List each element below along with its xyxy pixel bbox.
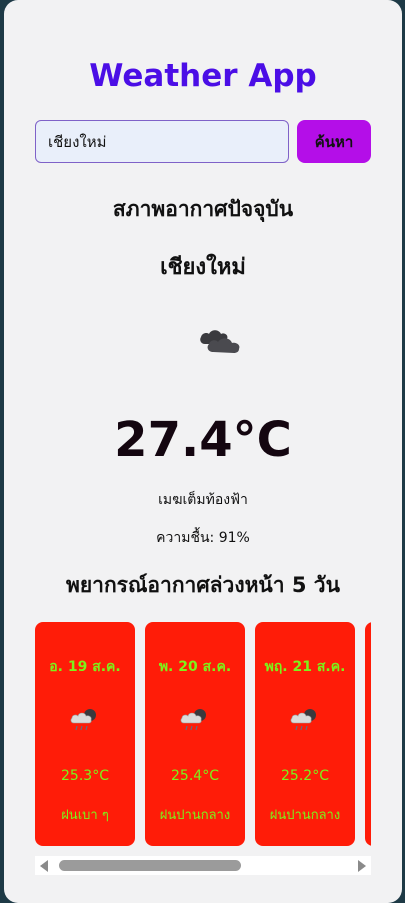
forecast-description: ฝนปานกลาง [159,808,231,823]
scrollbar-thumb[interactable] [59,860,241,871]
forecast-list: อ. 19 ส.ค. 25.3°C ฝนเบา ๆ พ. 20 ส.ค. 25.… [35,622,371,846]
weather-card: Weather App ค้นหา สภาพอากาศปัจจุบัน เชีย… [4,0,402,903]
forecast-scroll-area[interactable]: อ. 19 ส.ค. 25.3°C ฝนเบา ๆ พ. 20 ส.ค. 25.… [35,622,371,848]
rain-cloud-icon [70,709,96,731]
forecast-date: อ. 19 ส.ค. [49,659,121,675]
forecast-temperature: 25.2°C [281,768,329,784]
current-weather-heading: สภาพอากาศปัจจุบัน [112,197,294,221]
search-button[interactable]: ค้นหา [297,120,371,163]
app-title: Weather App [89,58,317,94]
forecast-heading: พยากรณ์อากาศล่วงหน้า 5 วัน [66,573,340,597]
humidity-text: ความชื้น: 91% [156,530,250,546]
city-name: เชียงใหม่ [160,255,246,280]
scroll-right-arrow-icon[interactable] [358,860,366,872]
rain-cloud-icon [180,709,206,731]
forecast-card: พฤ. 21 ส.ค. 25.2°C ฝนปานกลาง [255,622,355,846]
city-search-input[interactable] [35,120,289,163]
scroll-left-arrow-icon[interactable] [40,860,48,872]
forecast-description: ฝนปานกลาง [269,808,341,823]
weather-description: เมฆเต็มท้องฟ้า [158,492,248,508]
forecast-card: อ. 19 ส.ค. 25.3°C ฝนเบา ๆ [35,622,135,846]
forecast-card: พ. 20 ส.ค. 25.4°C ฝนปานกลาง [145,622,245,846]
current-temperature: 27.4°C [114,412,292,468]
forecast-card-partial [365,622,371,846]
forecast-scrollbar[interactable] [35,856,371,875]
broken-clouds-icon [200,330,240,353]
forecast-date: พฤ. 21 ส.ค. [264,659,346,675]
forecast-date: พ. 20 ส.ค. [158,659,232,675]
forecast-description: ฝนเบา ๆ [61,808,109,823]
forecast-temperature: 25.4°C [171,768,219,784]
forecast-temperature: 25.3°C [61,768,109,784]
rain-cloud-icon [290,709,316,731]
